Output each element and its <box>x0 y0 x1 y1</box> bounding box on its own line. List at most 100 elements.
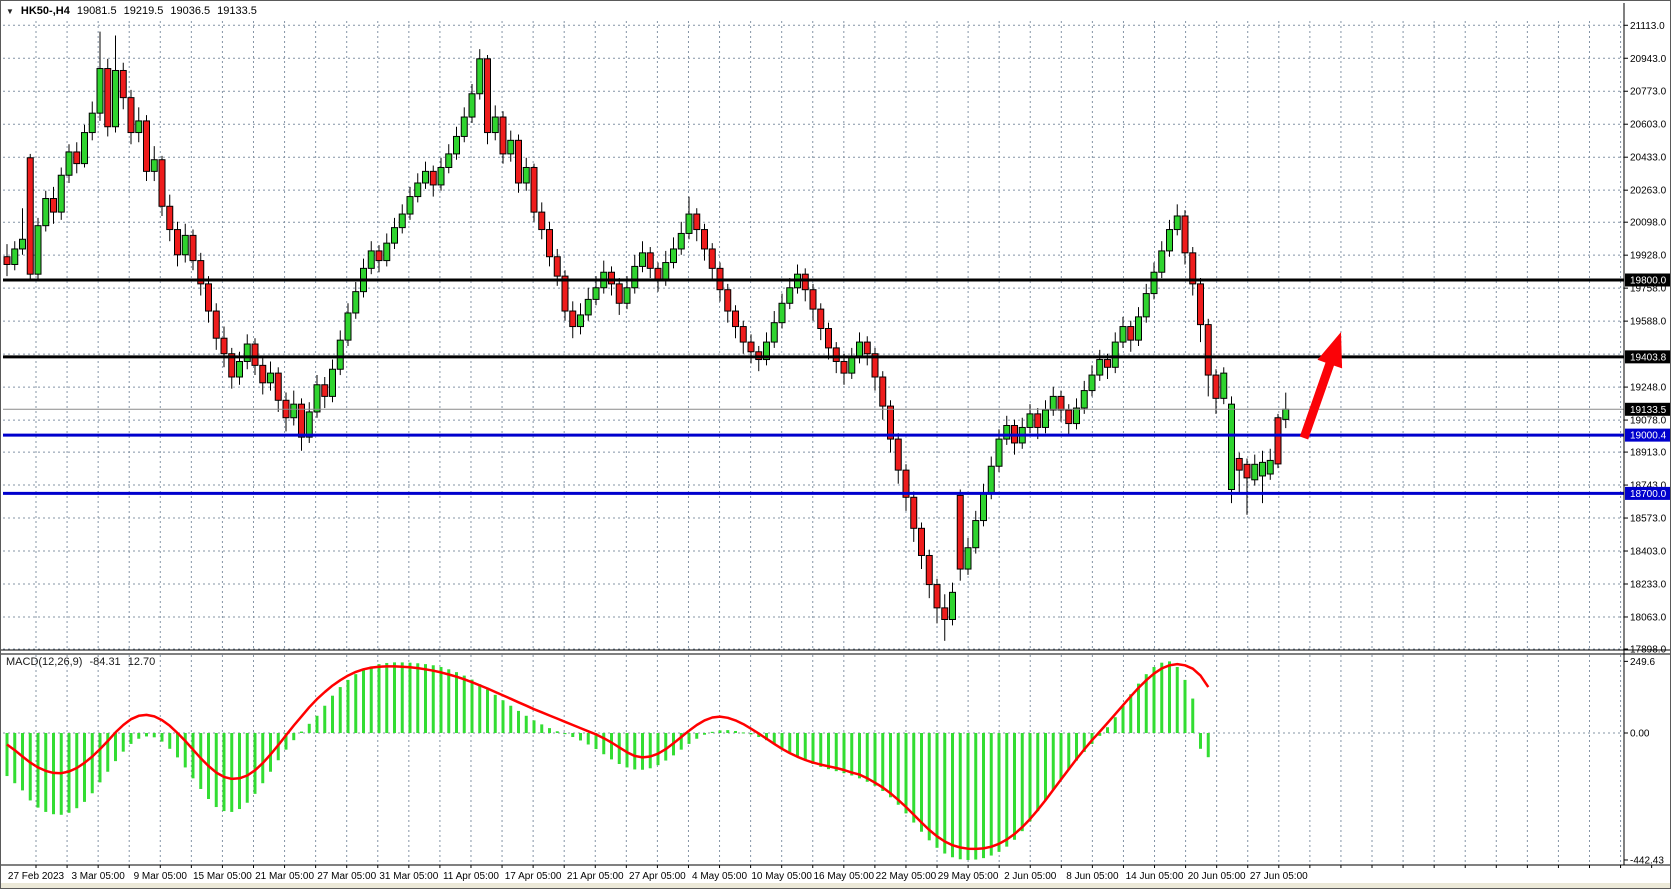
macd-histogram-bar <box>750 733 753 734</box>
macd-histogram-bar <box>494 695 497 733</box>
price-axis-tick-label: 19078.0 <box>1630 416 1667 427</box>
macd-histogram-bar <box>447 669 450 733</box>
bull-candle <box>1120 327 1126 343</box>
bull-candle <box>97 69 103 114</box>
time-axis-label: 17 Apr 05:00 <box>505 871 562 882</box>
bear-candle <box>516 140 522 183</box>
macd-histogram-bar <box>21 733 24 790</box>
bear-candle <box>221 338 227 354</box>
bear-candle <box>826 329 832 348</box>
macd-histogram-bar <box>83 733 86 802</box>
bull-candle <box>632 266 638 287</box>
macd-histogram-bar <box>385 663 388 733</box>
bear-candle <box>957 495 963 569</box>
macd-histogram-bar <box>974 733 977 860</box>
bear-candle <box>500 117 506 154</box>
macd-histogram-bar <box>649 733 652 768</box>
bull-candle <box>35 226 41 275</box>
macd-histogram-bar <box>99 733 102 782</box>
macd-histogram-bar <box>292 733 295 740</box>
macd-histogram-bar <box>982 733 985 858</box>
bear-candle <box>531 167 537 212</box>
macd-histogram-bar <box>323 706 326 733</box>
macd-histogram-bar <box>688 733 691 744</box>
time-axis-label: 20 Jun 05:00 <box>1188 871 1246 882</box>
time-axis-label: 8 Jun 05:00 <box>1066 871 1119 882</box>
trend-arrow-annotation[interactable] <box>1300 332 1342 440</box>
bear-candle <box>159 160 165 207</box>
macd-histogram-bar <box>230 733 233 812</box>
bear-candle <box>1213 375 1219 398</box>
macd-axis-tick-label: 249.6 <box>1630 657 1655 668</box>
macd-histogram-bar <box>897 733 900 805</box>
price-axis-tick-label: 18233.0 <box>1630 579 1667 590</box>
macd-histogram-bar <box>354 674 357 733</box>
bear-candle <box>485 59 491 133</box>
macd-histogram-bar <box>153 733 156 737</box>
bear-candle <box>1275 418 1281 464</box>
bull-candle <box>244 344 250 361</box>
macd-histogram-bar <box>316 716 319 733</box>
time-axis-label: 27 Mar 05:00 <box>317 871 376 882</box>
bear-candle <box>942 608 948 620</box>
macd-histogram-bar <box>827 733 830 769</box>
bull-candle <box>1229 404 1235 489</box>
bull-candle <box>771 323 777 342</box>
time-axis-label: 27 Jun 05:00 <box>1250 871 1308 882</box>
bull-candle <box>686 214 692 233</box>
macd-histogram-bar <box>254 733 257 794</box>
bull-candle <box>82 133 88 164</box>
bull-candle <box>1167 230 1173 251</box>
bull-candle <box>492 117 498 133</box>
bear-candle <box>1198 284 1204 325</box>
macd-histogram-bar <box>409 663 412 733</box>
macd-histogram-bar <box>1044 733 1047 800</box>
time-axis-label: 16 May 05:00 <box>814 871 875 882</box>
bear-candle <box>105 69 111 127</box>
bear-candle <box>547 230 553 257</box>
price-level-badge-label: 18700.0 <box>1630 489 1667 500</box>
bear-candle <box>206 284 212 311</box>
chart-canvas[interactable]: 21113.020943.020773.020603.020433.020263… <box>1 1 1671 889</box>
bear-candle <box>647 253 653 269</box>
bear-candle <box>539 212 545 229</box>
bear-candle <box>128 98 134 133</box>
macd-histogram-bar <box>378 664 381 733</box>
macd-histogram-bar <box>990 733 993 856</box>
price-axis-tick-label: 20943.0 <box>1630 54 1667 65</box>
bear-candle <box>934 585 940 608</box>
macd-histogram-bar <box>1168 661 1171 733</box>
bear-candle <box>175 230 181 255</box>
macd-histogram-bar <box>835 733 838 771</box>
bull-candle <box>988 466 994 493</box>
time-axis-label: 2 Jun 05:00 <box>1004 871 1057 882</box>
macd-histogram-bar <box>1122 706 1125 733</box>
macd-histogram-bar <box>788 733 791 752</box>
bear-candle <box>1128 327 1134 341</box>
bear-candle <box>275 373 281 400</box>
bull-candle <box>981 493 987 520</box>
bull-candle <box>477 59 483 94</box>
bull-candle <box>779 303 785 322</box>
macd-histogram-bar <box>463 676 466 733</box>
symbol-dropdown-icon[interactable]: ▼ <box>6 7 14 16</box>
bull-candle <box>407 197 413 214</box>
macd-histogram-bar <box>719 730 722 733</box>
macd-histogram-bar <box>711 732 714 733</box>
macd-histogram-bar <box>308 724 311 733</box>
bull-candle <box>330 369 336 396</box>
bull-candle <box>423 171 429 183</box>
macd-histogram-bar <box>1184 680 1187 733</box>
bull-candle <box>1097 360 1103 376</box>
macd-histogram-bar <box>509 706 512 733</box>
bear-candle <box>810 290 816 309</box>
macd-histogram-bar <box>920 733 923 832</box>
macd-histogram-bar <box>633 733 636 769</box>
bull-candle <box>849 358 855 374</box>
macd-histogram-bar <box>796 733 799 757</box>
price-level-badge-label: 19403.8 <box>1630 352 1667 363</box>
ohlc-low: 19036.5 <box>170 5 210 17</box>
bear-candle <box>740 327 746 343</box>
macd-histogram-bar <box>215 733 218 807</box>
bull-candle <box>12 249 18 265</box>
